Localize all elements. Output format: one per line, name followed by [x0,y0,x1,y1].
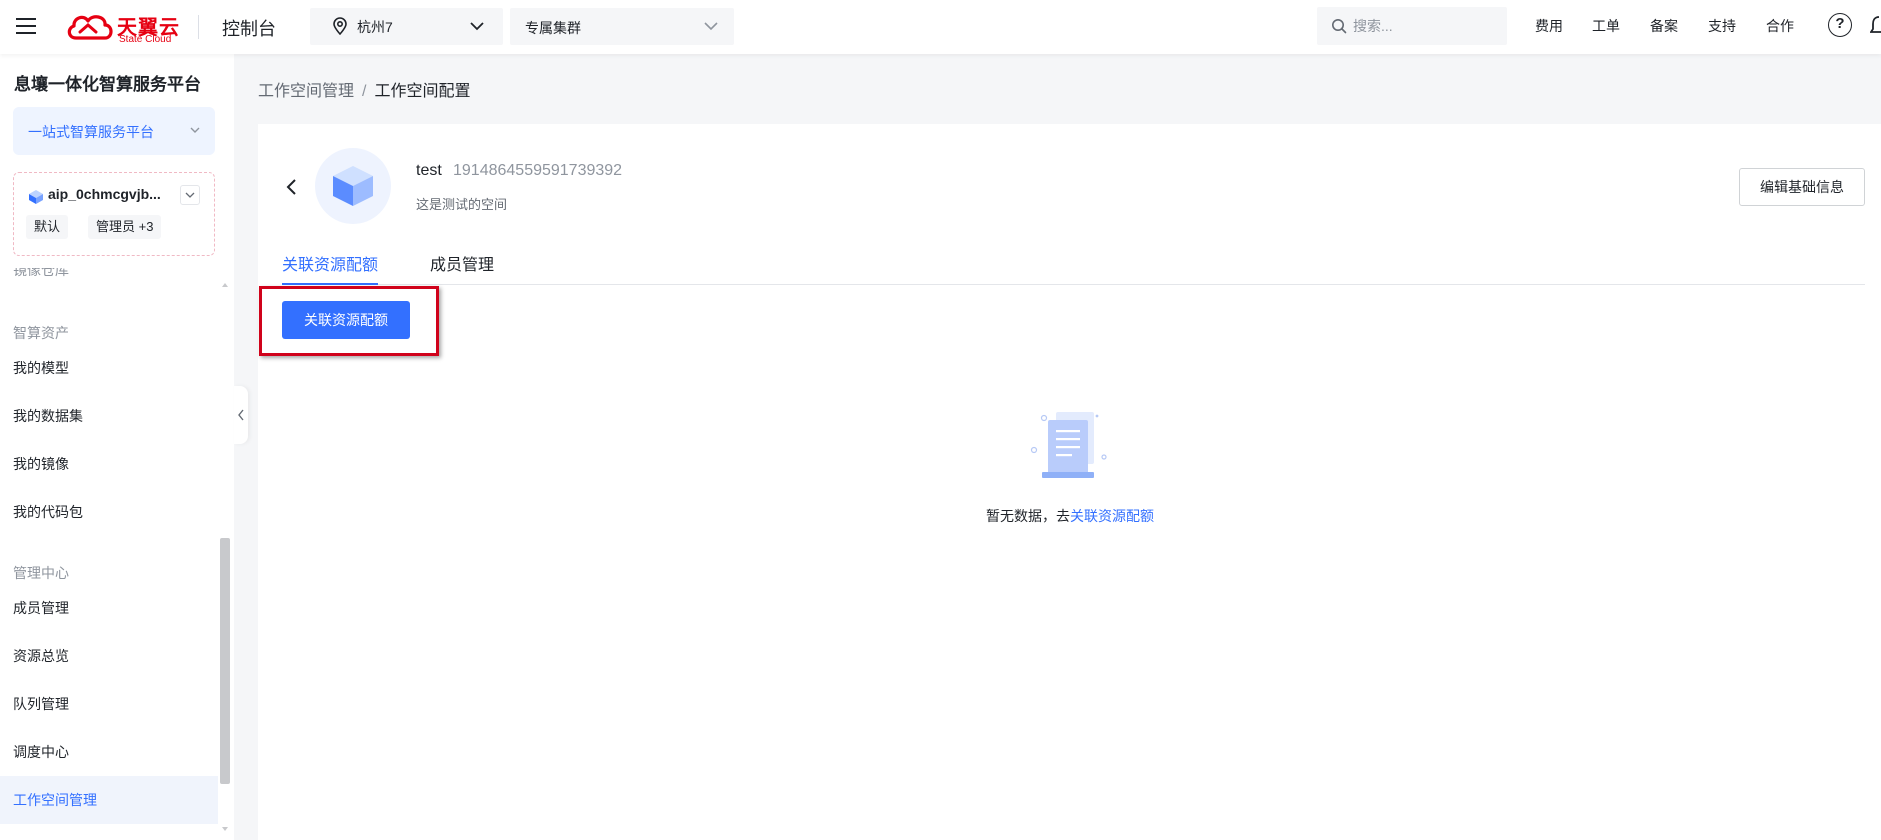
region-value: 杭州7 [357,19,393,35]
tab-resource-quota[interactable]: 关联资源配额 [282,251,379,285]
chevron-left-icon [238,409,244,421]
associate-resource-quota-button[interactable]: 关联资源配额 [282,301,410,339]
sidebar-item-label: 调度中心 [13,744,69,760]
help-icon[interactable]: ? [1828,13,1852,37]
cluster-select[interactable]: 专属集群 [510,8,734,45]
sidebar-menu: 镜像仓库 智算资产 我的模型 我的数据集 我的镜像 我的代码包 管理中心 成员管… [0,268,234,840]
workspace-card[interactable]: aip_0chmcgvjb... 默认 管理员 +3 [13,172,215,256]
cluster-value: 专属集群 [525,20,581,36]
scroll-up-icon[interactable] [222,282,228,288]
sidebar-scrollbar[interactable] [220,268,230,840]
cube-icon [29,190,43,204]
platform-select[interactable]: 一站式智算服务平台 [13,107,215,155]
top-link-filing[interactable]: 备案 [1650,16,1678,36]
workspace-switch-button[interactable] [180,185,200,205]
chevron-down-icon [704,22,718,31]
sidebar-item-label: 我的镜像 [13,456,69,472]
sidebar-item-label: 我的数据集 [13,408,83,424]
console-title[interactable]: 控制台 [222,15,276,41]
sidebar-item-resource-overview[interactable]: 资源总览 [0,632,218,680]
logo-sub-text: State Cloud [119,34,172,45]
sidebar-item-label: 资源总览 [13,648,69,664]
top-link-support[interactable]: 支持 [1708,16,1736,36]
empty-state-text: 暂无数据，去 [986,508,1070,524]
edit-basic-info-button[interactable]: 编辑基础信息 [1739,168,1865,206]
location-pin-icon [333,17,347,35]
workspace-detail-name: test [416,162,442,179]
sidebar-collapse-handle[interactable] [234,386,248,444]
top-link-billing[interactable]: 费用 [1535,16,1563,36]
back-arrow-icon[interactable] [284,178,300,196]
platform-select-value: 一站式智算服务平台 [28,124,154,140]
sidebar-item-workspace-management[interactable]: 工作空间管理 [0,776,218,824]
chevron-down-icon [185,192,195,198]
tag-role: 管理员 +3 [88,215,162,239]
top-link-ticket[interactable]: 工单 [1592,16,1620,36]
empty-state-message: 暂无数据，去关联资源配额 [986,506,1154,526]
sidebar-item-scheduling[interactable]: 调度中心 [0,728,218,776]
scroll-down-icon[interactable] [222,826,228,832]
cloud-logo-icon [67,15,113,40]
sidebar-item-my-code-packages[interactable]: 我的代码包 [0,488,218,536]
breadcrumb-separator: / [362,83,367,100]
breadcrumb: 工作空间管理 / 工作空间配置 [258,77,470,101]
topbar-divider [198,15,199,39]
hamburger-menu-icon[interactable] [14,14,38,38]
state-cloud-logo[interactable]: 天翼云 State Cloud [66,10,182,45]
sidebar-item-settings[interactable]: 设置 [0,824,218,840]
cube-icon [333,166,373,206]
workspace-config-card: test 1914864559591739392 这是测试的空间 编辑基础信息 … [258,124,1881,840]
search-icon [1332,19,1347,34]
sidebar-item-my-images[interactable]: 我的镜像 [0,440,218,488]
sidebar-item-cut[interactable]: 镜像仓库 [13,268,69,280]
sidebar-item-label: 成员管理 [13,600,69,616]
search-input[interactable] [1353,16,1493,36]
tab-bar: 关联资源配额 成员管理 [282,251,1865,285]
workspace-detail-description: 这是测试的空间 [416,197,508,212]
sidebar-item-my-models[interactable]: 我的模型 [0,344,218,392]
sidebar-item-label: 我的代码包 [13,504,83,520]
bell-icon[interactable] [1870,14,1881,36]
workspace-avatar [315,148,391,224]
sidebar: 息壤一体化智算服务平台 一站式智算服务平台 aip_0chmcgvjb... 默… [0,54,234,840]
sidebar-group-assets: 智算资产 [13,325,69,341]
sidebar-title: 息壤一体化智算服务平台 [14,75,201,94]
sidebar-scrollbar-thumb[interactable] [220,538,230,784]
tag-default: 默认 [26,215,69,239]
sidebar-group-manage: 管理中心 [13,565,69,581]
empty-document-icon [1030,412,1107,478]
chevron-down-icon [470,22,484,31]
sidebar-item-label: 队列管理 [13,696,69,712]
search-box [1317,7,1507,45]
top-bar: 天翼云 State Cloud 控制台 杭州7 专属集群 费用 工单 备案 支持… [0,0,1881,54]
sidebar-item-label: 我的模型 [13,360,69,376]
tab-member-management[interactable]: 成员管理 [430,251,494,285]
workspace-detail-id: 1914864559591739392 [453,162,623,179]
top-link-cooperation[interactable]: 合作 [1766,16,1794,36]
sidebar-item-queues[interactable]: 队列管理 [0,680,218,728]
breadcrumb-parent[interactable]: 工作空间管理 [258,83,354,100]
breadcrumb-current: 工作空间配置 [374,83,471,100]
region-select[interactable]: 杭州7 [310,8,503,45]
empty-state-link[interactable]: 关联资源配额 [1070,508,1154,524]
sidebar-item-label: 工作空间管理 [13,792,97,808]
sidebar-item-my-datasets[interactable]: 我的数据集 [0,392,218,440]
sidebar-item-members[interactable]: 成员管理 [0,584,218,632]
workspace-name: aip_0chmcgvjb... [48,186,161,202]
chevron-down-icon [190,127,200,133]
